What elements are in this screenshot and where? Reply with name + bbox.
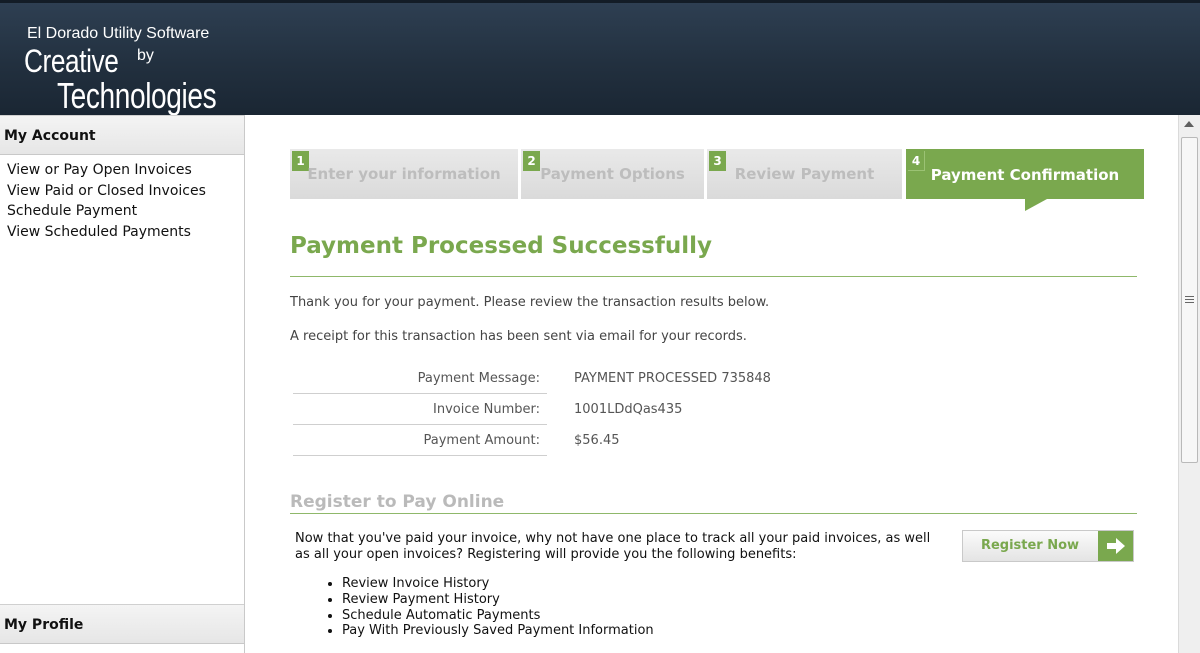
- payment-amount-value: $56.45: [574, 433, 620, 448]
- step-label: Payment Options: [540, 165, 685, 183]
- invoice-number-label: Invoice Number:: [433, 402, 540, 417]
- sidebar-item-schedule-payment[interactable]: Schedule Payment: [7, 201, 206, 222]
- sidebar-item-view-paid-closed-invoices[interactable]: View Paid or Closed Invoices: [7, 181, 206, 202]
- brand-technologies: Technologies: [57, 75, 217, 116]
- register-divider: [290, 513, 1137, 514]
- list-item: Schedule Automatic Payments: [325, 608, 654, 624]
- register-section-title: Register to Pay Online: [290, 492, 505, 512]
- register-now-button[interactable]: Register Now: [962, 530, 1134, 562]
- app-header: El Dorado Utility Software Creative by T…: [0, 0, 1200, 116]
- sidebar-item-view-scheduled-payments[interactable]: View Scheduled Payments: [7, 222, 206, 243]
- payment-message-label: Payment Message:: [417, 371, 540, 386]
- scrollbar-thumb[interactable]: [1181, 137, 1198, 463]
- my-account-heading[interactable]: My Account: [0, 115, 244, 155]
- benefits-list: Review Invoice History Review Payment Hi…: [325, 576, 654, 639]
- sidebar: My Account View or Pay Open Invoices Vie…: [0, 115, 245, 653]
- invoice-number-value: 1001LDdQas435: [574, 402, 683, 417]
- step-review-payment: 3 Review Payment: [707, 149, 902, 199]
- detail-divider: [293, 424, 547, 425]
- detail-divider: [293, 455, 547, 456]
- list-item: Review Invoice History: [325, 576, 654, 592]
- payment-message-value: PAYMENT PROCESSED 735848: [574, 371, 771, 386]
- page-title: Payment Processed Successfully: [290, 233, 712, 259]
- step-label: Review Payment: [734, 165, 875, 183]
- receipt-message: A receipt for this transaction has been …: [290, 329, 747, 344]
- title-divider: [290, 276, 1137, 277]
- brand-by: by: [137, 47, 154, 64]
- detail-divider: [293, 393, 547, 394]
- grip-icon: [1185, 296, 1194, 305]
- active-step-pointer: [1025, 199, 1047, 211]
- my-profile-heading[interactable]: My Profile: [0, 604, 244, 644]
- register-now-label: Register Now: [980, 538, 1080, 553]
- step-payment-options: 2 Payment Options: [521, 149, 704, 199]
- arrow-right-icon: [1098, 531, 1133, 561]
- list-item: Pay With Previously Saved Payment Inform…: [325, 623, 654, 639]
- step-enter-information: 1 Enter your information: [290, 149, 518, 199]
- brand-tagline: El Dorado Utility Software: [27, 25, 210, 42]
- list-item: Review Payment History: [325, 592, 654, 608]
- account-menu: View or Pay Open Invoices View Paid or C…: [7, 160, 206, 242]
- vertical-scrollbar[interactable]: [1178, 115, 1200, 653]
- step-label: Payment Confirmation: [930, 166, 1120, 184]
- sidebar-item-view-pay-open-invoices[interactable]: View or Pay Open Invoices: [7, 160, 206, 181]
- step-label: Enter your information: [307, 165, 501, 183]
- thank-you-message: Thank you for your payment. Please revie…: [290, 295, 770, 310]
- register-promo-text: Now that you've paid your invoice, why n…: [295, 531, 931, 562]
- payment-amount-label: Payment Amount:: [423, 433, 540, 448]
- scroll-up-arrow-icon[interactable]: [1184, 121, 1194, 127]
- step-payment-confirmation: 4 Payment Confirmation: [906, 149, 1144, 199]
